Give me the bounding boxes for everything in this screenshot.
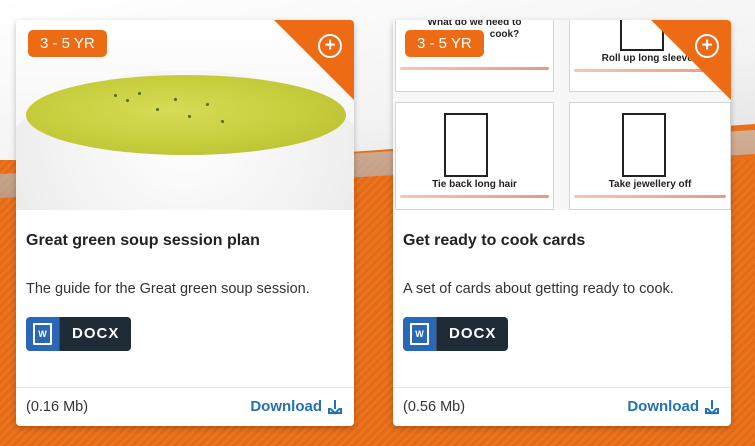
divider bbox=[393, 387, 731, 388]
resource-card[interactable]: 3 - 5 YR + Great green soup session plan… bbox=[16, 20, 354, 426]
card-title[interactable]: Great green soup session plan bbox=[26, 232, 260, 250]
card-description: A set of cards about getting ready to co… bbox=[403, 281, 674, 297]
download-label: Download bbox=[250, 398, 322, 415]
download-link[interactable]: Download bbox=[627, 398, 719, 415]
card-description: The guide for the Great green soup sessi… bbox=[26, 281, 310, 297]
file-size: (0.56 Mb) bbox=[403, 399, 466, 415]
file-type-badge: W DOCX bbox=[26, 317, 132, 351]
file-type-label: DOCX bbox=[59, 317, 132, 351]
age-badge: 3 - 5 YR bbox=[28, 30, 107, 57]
resource-thumbnail[interactable]: 3 - 5 YR + bbox=[16, 20, 354, 210]
card-title[interactable]: Get ready to cook cards bbox=[403, 232, 585, 250]
add-plus-icon[interactable]: + bbox=[695, 34, 719, 58]
word-document-icon: W bbox=[403, 317, 436, 351]
soup-image bbox=[26, 75, 346, 155]
download-icon bbox=[328, 399, 342, 415]
resource-thumbnail[interactable]: What do we need to cook? Roll up long sl… bbox=[393, 20, 731, 210]
download-label: Download bbox=[627, 398, 699, 415]
download-link[interactable]: Download bbox=[250, 398, 342, 415]
file-type-label: DOCX bbox=[436, 317, 509, 351]
file-type-badge: W DOCX bbox=[403, 317, 509, 351]
divider bbox=[16, 387, 354, 388]
download-icon bbox=[705, 399, 719, 415]
resource-card[interactable]: What do we need to cook? Roll up long sl… bbox=[393, 20, 731, 426]
file-size: (0.16 Mb) bbox=[26, 399, 89, 415]
word-document-icon: W bbox=[26, 317, 59, 351]
add-plus-icon[interactable]: + bbox=[318, 34, 342, 58]
age-badge: 3 - 5 YR bbox=[405, 30, 484, 57]
